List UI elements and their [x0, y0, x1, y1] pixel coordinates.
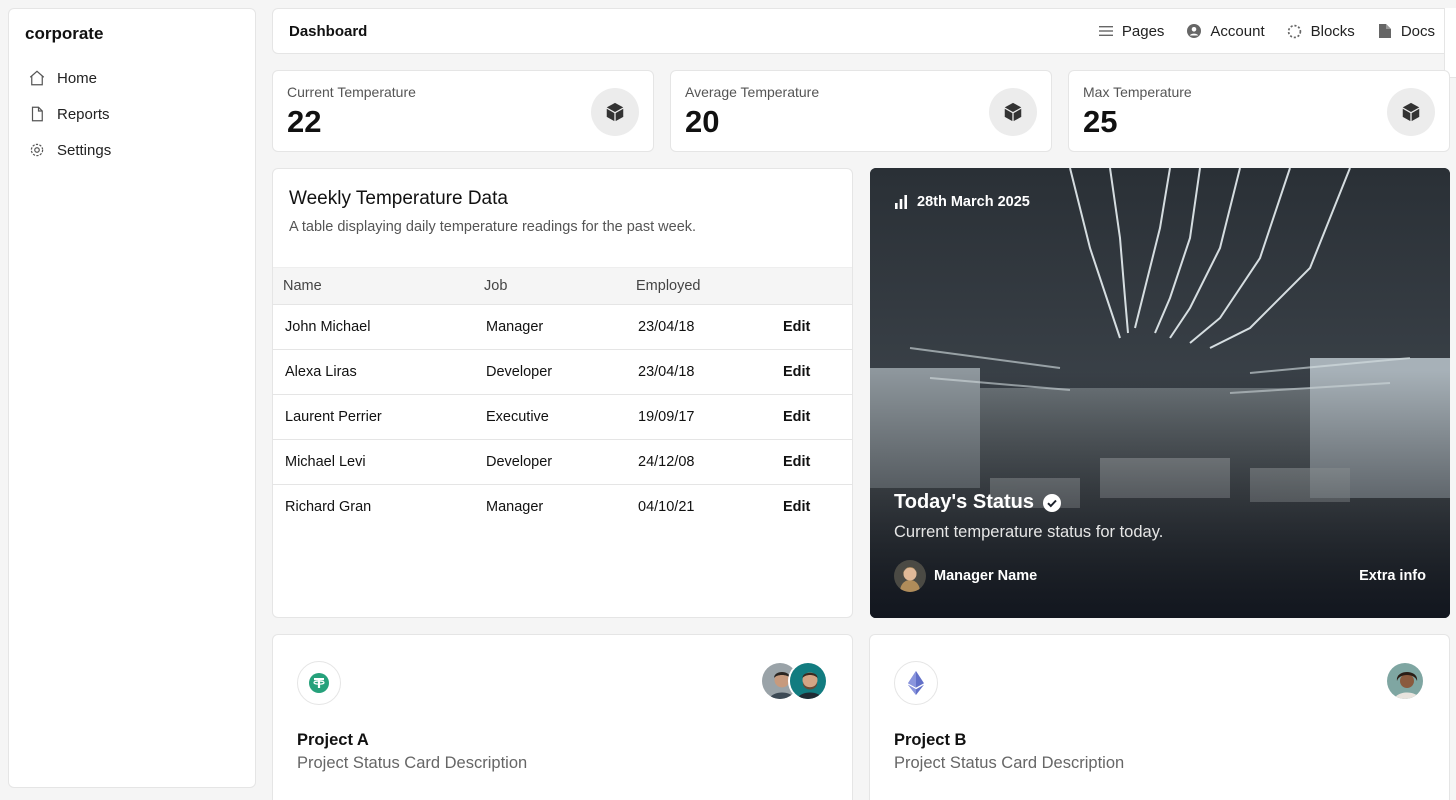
project-description: Project Status Card Description [894, 754, 1125, 772]
project-card-a[interactable]: Project A Project Status Card Descriptio… [272, 634, 853, 800]
stat-value: 22 [287, 104, 322, 139]
stat-label: Average Temperature [685, 84, 820, 100]
cell-employed: 19/09/17 [626, 394, 771, 440]
date-text: 28th March 2025 [917, 194, 1030, 210]
verified-check-icon [1042, 493, 1061, 512]
dashed-circle-icon [1287, 23, 1303, 39]
sidebar-item-label: Reports [57, 105, 110, 123]
cell-employed: 23/04/18 [626, 349, 771, 395]
project-name: Project B [894, 731, 967, 749]
brand-name: corporate [25, 24, 104, 43]
page-title: Dashboard [289, 22, 368, 40]
project-card-b[interactable]: Project B Project Status Card Descriptio… [869, 634, 1450, 800]
avatar [894, 560, 926, 592]
cube-icon [1387, 88, 1435, 136]
project-description: Project Status Card Description [297, 754, 528, 772]
stat-value: 25 [1083, 104, 1118, 139]
column-header-action [771, 268, 852, 305]
file-icon [1377, 23, 1393, 39]
cell-job: Developer [474, 439, 626, 485]
data-table: Name Job Employed John Michael Manager 2… [273, 267, 852, 530]
top-navbar: Dashboard Pages Account Blocks Docs [272, 8, 1452, 54]
status-date: 28th March 2025 [894, 194, 1030, 210]
column-header-employed: Employed [636, 278, 701, 294]
edit-link[interactable]: Edit [771, 349, 852, 395]
team-avatars [760, 661, 828, 701]
office-background-image [870, 168, 1450, 618]
cell-employed: 24/12/08 [626, 439, 771, 485]
cell-employed: 04/10/21 [638, 499, 695, 516]
nav-link-label: Blocks [1310, 22, 1355, 40]
bar-chart-icon [894, 195, 908, 209]
manager-info: Manager Name [894, 560, 1037, 592]
cell-name: Laurent Perrier [273, 394, 474, 440]
list-icon [1098, 23, 1114, 39]
scrollbar[interactable] [1444, 8, 1456, 78]
todays-status-card: 28th March 2025 Today's Status Current t… [870, 168, 1450, 618]
document-icon [27, 104, 47, 124]
cell-employed: 23/04/18 [626, 304, 771, 350]
table-row: John Michael Manager 23/04/18 Edit [273, 304, 852, 350]
table-row: Laurent Perrier Executive 19/09/17 Edit [273, 394, 852, 440]
sidebar-item-settings[interactable]: Settings [25, 132, 239, 168]
nav-link-label: Pages [1121, 22, 1165, 40]
nav-link-label: Account [1210, 22, 1265, 40]
card-title: Weekly Temperature Data [289, 188, 508, 209]
table-row: Richard Gran Manager 04/10/21 Edit [273, 485, 852, 530]
edit-link[interactable]: Edit [771, 304, 852, 350]
cell-name: Richard Gran [285, 499, 372, 516]
sidebar-item-label: Settings [57, 141, 112, 159]
edit-link[interactable]: Edit [771, 439, 852, 485]
stat-card-max-temperature: Max Temperature 25 [1068, 70, 1450, 152]
table-row: Alexa Liras Developer 23/04/18 Edit [273, 349, 852, 395]
status-description: Current temperature status for today. [894, 523, 1164, 541]
cube-icon [591, 88, 639, 136]
stat-card-average-temperature: Average Temperature 20 [670, 70, 1052, 152]
sidebar-item-reports[interactable]: Reports [25, 96, 239, 132]
manager-name: Manager Name [934, 568, 1038, 584]
status-title-text: Today's Status [894, 491, 1034, 513]
card-description: A table displaying daily temperature rea… [289, 219, 697, 235]
cell-job: Executive [474, 394, 626, 440]
cell-name: Alexa Liras [273, 349, 474, 395]
cell-job: Developer [474, 349, 626, 395]
cube-icon [989, 88, 1037, 136]
edit-link[interactable]: Edit [771, 394, 852, 440]
user-circle-icon [1186, 23, 1202, 39]
tether-icon [297, 661, 341, 705]
home-icon [27, 68, 47, 88]
ethereum-icon [894, 661, 938, 705]
gear-icon [27, 140, 47, 160]
team-avatars [1385, 661, 1425, 701]
cell-name: Michael Levi [273, 439, 474, 485]
cell-name: John Michael [273, 304, 474, 350]
weekly-temperature-card: Weekly Temperature Data A table displayi… [272, 168, 853, 618]
nav-link-blocks[interactable]: Blocks [1287, 23, 1355, 40]
table-row: Michael Levi Developer 24/12/08 Edit [273, 439, 852, 485]
stat-value: 20 [685, 104, 720, 139]
column-header-job: Job [484, 278, 508, 294]
nav-link-account[interactable]: Account [1186, 22, 1265, 40]
stat-label: Current Temperature [287, 84, 416, 100]
nav-link-label: Docs [1400, 22, 1435, 40]
stat-card-current-temperature: Current Temperature 22 [272, 70, 654, 152]
sidebar-item-home[interactable]: Home [25, 60, 239, 96]
nav-link-docs[interactable]: Docs [1377, 23, 1435, 40]
sidebar: corporate Home Reports Settings [8, 8, 256, 788]
table-header-row: Name Job Employed [273, 267, 852, 305]
sidebar-item-label: Home [57, 69, 98, 87]
project-name: Project A [297, 731, 369, 749]
nav-link-pages[interactable]: Pages [1098, 22, 1165, 40]
status-title: Today's Status [894, 491, 1061, 514]
stat-label: Max Temperature [1083, 84, 1192, 100]
edit-link[interactable]: Edit [771, 485, 852, 530]
cell-job: Manager [474, 304, 626, 350]
cell-job: Manager [486, 499, 544, 516]
column-header-name: Name [283, 278, 322, 294]
extra-info-link[interactable]: Extra info [1359, 568, 1426, 584]
avatar [1385, 661, 1425, 701]
avatar [788, 661, 828, 701]
